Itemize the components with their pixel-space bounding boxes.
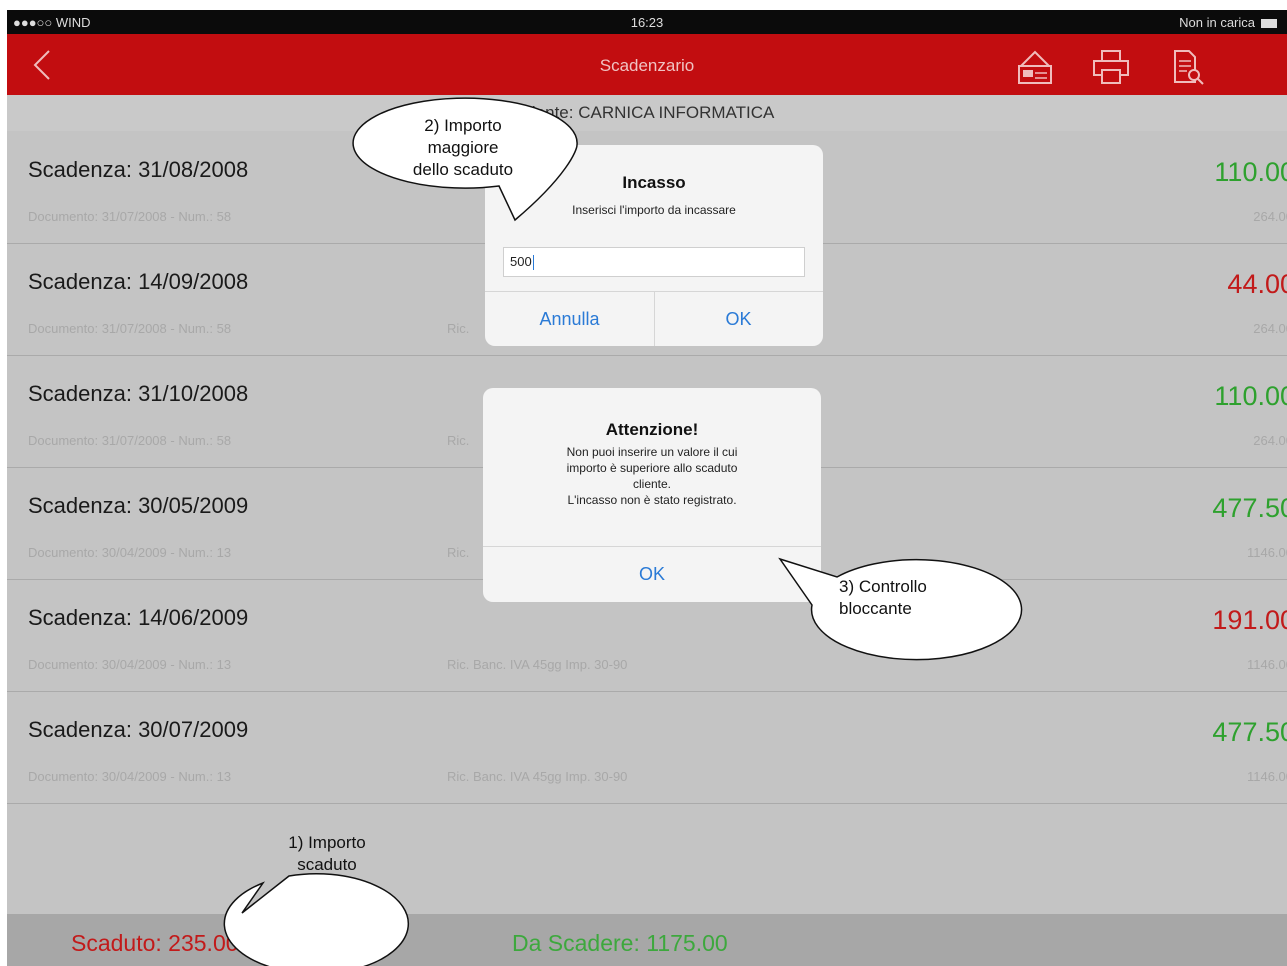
due-date: Scadenza: 31/10/2008 [28,381,249,406]
status-bar: ●●●○○ WIND 16:23 Non in carica [7,10,1287,34]
battery-icon [1261,19,1277,29]
alert-line: L'incasso non è stato registrato. [567,493,737,507]
incasso-message: Inserisci l'importo da incassare [572,203,736,217]
battery-status: Non in carica [1179,15,1277,30]
document-total: 264.00 [1253,209,1287,224]
due-date: Scadenza: 14/06/2009 [28,605,249,630]
payment-terms: Ric. Banc. IVA 45gg Imp. 30-90 [447,657,628,672]
clock: 16:23 [630,15,664,30]
printer-icon[interactable] [1091,48,1131,86]
document-info: Documento: 31/07/2008 - Num.: 58 [28,209,232,224]
document-total: 1146.00 [1246,657,1287,672]
callout-text-3: 3) Controllo bloccante [839,576,999,620]
alert-message: Non puoi inserire un valore il cui impor… [483,444,821,508]
payment-terms: Ric. Banc. IVA 45gg Imp. 30-90 [447,769,628,784]
list-item[interactable]: Scadenza: 30/07/2009 Documento: 30/04/20… [7,691,1287,804]
house-card-icon[interactable] [1015,48,1055,86]
overdue-total: Scaduto: 235.00 [71,930,239,956]
document-info: Documento: 31/07/2008 - Num.: 58 [28,433,232,448]
alert-dialog: Attenzione! Non puoi inserire un valore … [483,388,821,602]
installment-amount: 191.00 [1212,605,1287,635]
installment-amount: 44.00 [1227,269,1287,299]
alert-ok-button[interactable]: OK [483,564,821,585]
alert-line: importo è superiore allo scaduto [566,461,738,475]
document-total: 264.00 [1253,321,1287,336]
document-total: 264.00 [1253,433,1287,448]
document-total: 1146.00 [1246,769,1287,784]
due-date: Scadenza: 30/05/2009 [28,493,249,518]
payment-terms: Ric. [447,545,470,560]
callout-line: 3) Controllo [839,577,927,596]
document-info: Documento: 30/04/2009 - Num.: 13 [28,545,232,560]
callout-line: scaduto [297,855,357,874]
callout-text-1: 1) Importo scaduto [237,832,417,876]
due-date: Scadenza: 14/09/2008 [28,269,249,294]
cancel-button[interactable]: Annulla [485,309,654,330]
callout-line: 1) Importo [288,833,366,852]
callout-line: maggiore [427,138,499,157]
callout-line: 2) Importo [424,116,502,135]
alert-line: cliente. [632,477,672,491]
callout-line: dello scaduto [412,160,514,179]
document-info: Documento: 30/04/2009 - Num.: 13 [28,769,232,784]
text-cursor [532,255,534,271]
customer-header: cliente: CARNICA INFORMATICA [7,95,1287,131]
due-date: Scadenza: 31/08/2008 [28,157,249,182]
callout-line: bloccante [839,599,912,618]
callout-text-2: 2) Importo maggiore dello scaduto [353,115,573,181]
nav-bar: Scadenzario [7,34,1287,95]
totals-footer: Scaduto: 235.00 Da Scadere: 1175.00 [7,914,1287,966]
installment-amount: 477.50 [1212,493,1287,523]
document-total: 1146.00 [1246,545,1287,560]
payment-terms: Ric. [447,321,470,336]
installment-amount: 110.00 [1214,381,1287,411]
due-date: Scadenza: 30/07/2009 [28,717,249,742]
alert-title: Attenzione! [605,420,699,439]
app-screen: ●●●○○ WIND 16:23 Non in carica Scadenzar… [7,0,1287,966]
document-info: Documento: 30/04/2009 - Num.: 13 [28,657,232,672]
document-search-icon[interactable] [1167,48,1207,86]
battery-label: Non in carica [1179,15,1255,30]
document-info: Documento: 31/07/2008 - Num.: 58 [28,321,232,336]
payment-terms: Ric. [447,433,470,448]
amount-input-value: 500 [510,254,532,269]
dialog-divider [483,546,821,547]
alert-line: Non puoi inserire un valore il cui [566,445,738,459]
ok-button[interactable]: OK [654,309,823,330]
installment-amount: 110.00 [1214,157,1287,187]
amount-input[interactable]: 500 [503,247,805,277]
installment-amount: 477.50 [1212,717,1287,747]
upcoming-total: Da Scadere: 1175.00 [512,930,728,956]
